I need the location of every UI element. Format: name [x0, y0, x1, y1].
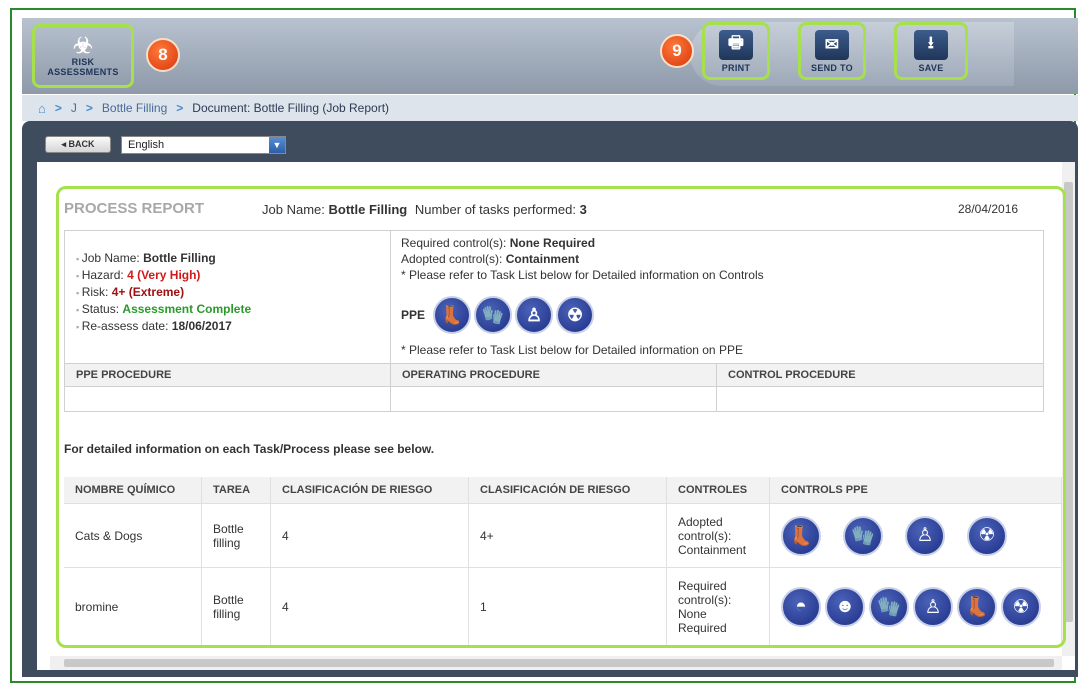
breadcrumb-separator: > — [54, 101, 62, 115]
risk-label-1: RISK — [71, 57, 95, 67]
download-icon: ⭳ — [914, 29, 948, 60]
save-label: SAVE — [918, 62, 944, 73]
home-icon[interactable]: ⌂ — [38, 101, 46, 116]
breadcrumb-separator: > — [85, 101, 93, 115]
horizontal-scrollbar[interactable] — [50, 656, 1062, 670]
send-to-button[interactable]: ✉ SEND TO — [801, 25, 863, 77]
biohazard-icon: ☣ — [72, 33, 94, 58]
breadcrumb-item-document: Document: Bottle Filling (Job Report) — [192, 101, 390, 115]
risk-label-2: ASSESSMENTS — [47, 67, 119, 77]
breadcrumb-item-bottle-filling[interactable]: Bottle Filling — [102, 101, 167, 115]
language-value: English — [128, 139, 165, 151]
language-select[interactable]: English ▼ — [121, 136, 286, 154]
risk-assessments-button[interactable]: ☣ RISK ASSESSMENTS — [34, 26, 132, 86]
send-to-label: SEND TO — [811, 62, 853, 73]
back-button[interactable]: ◂ BACK — [45, 136, 111, 153]
chevron-down-icon[interactable]: ▼ — [269, 137, 285, 153]
print-button[interactable]: 🖶 PRINT — [705, 25, 767, 77]
print-label: PRINT — [721, 62, 751, 73]
breadcrumb: ⌂ > J > Bottle Filling > Document: Bottl… — [22, 95, 1078, 121]
breadcrumb-item-j[interactable]: J — [71, 101, 77, 115]
step-badge-8: 8 — [146, 38, 180, 72]
save-button[interactable]: ⭳ SAVE — [897, 25, 965, 77]
printer-icon: 🖶 — [719, 29, 753, 60]
envelope-icon: ✉ — [815, 29, 849, 60]
breadcrumb-separator: > — [176, 101, 184, 115]
step-badge-9: 9 — [660, 34, 694, 68]
report-highlight — [56, 186, 1066, 648]
